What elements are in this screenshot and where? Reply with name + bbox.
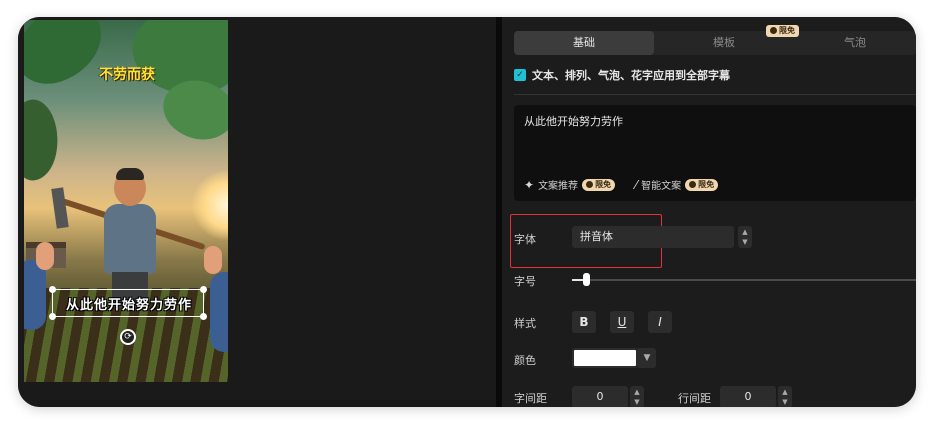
subtitle-text[interactable]: 从此他开始努力劳作 [53, 294, 205, 313]
italic-button[interactable]: I [648, 311, 672, 333]
banana-leaf [24, 96, 65, 184]
underline-button[interactable]: U [610, 311, 634, 333]
chevron-down-icon[interactable]: ▼ [638, 348, 656, 368]
clapping-hand-left [36, 242, 54, 270]
size-slider-knob[interactable] [583, 273, 590, 286]
divider-line [514, 94, 916, 95]
font-stepper[interactable]: ▲ ▼ [738, 226, 752, 248]
apply-all-label: 文本、排列、气泡、花字应用到全部字幕 [532, 69, 730, 82]
sparkle-icon: ✦ [524, 177, 535, 192]
resize-handle[interactable] [200, 286, 207, 293]
letter-spacing-input[interactable]: 0 [572, 386, 628, 407]
preview-area: 不劳而获 从此他开始努力劳作 ⟳ [18, 17, 496, 407]
free-badge: 限免 [685, 178, 719, 191]
size-slider[interactable] [572, 279, 916, 281]
free-badge-label: 限免 [698, 180, 715, 189]
letter-spacing-label: 字间距 [514, 392, 547, 405]
subtitle-selection-box[interactable]: 从此他开始努力劳作 [49, 286, 207, 320]
letter-spacing-stepper[interactable]: ▲ ▼ [630, 386, 644, 407]
video-preview[interactable]: 不劳而获 从此他开始努力劳作 ⟳ [24, 20, 228, 382]
text-properties-panel: 基础 模板 气泡 限免 ✓ 文本、排列、气泡、花字应用到全部字幕 从此他开始努力… [502, 17, 916, 407]
free-badge: 限免 [582, 178, 616, 191]
resize-handle[interactable] [49, 313, 56, 320]
font-label: 字体 [514, 233, 536, 246]
apply-all-checkbox[interactable]: ✓ [514, 69, 526, 81]
free-badge: 限免 [766, 25, 799, 37]
villager-right [210, 272, 228, 352]
resize-handle[interactable] [200, 313, 207, 320]
resize-handle[interactable] [49, 286, 56, 293]
line-spacing-label: 行间距 [678, 392, 711, 405]
color-swatch[interactable] [572, 348, 638, 368]
clock-icon [770, 27, 777, 34]
text-actions: ✦ 文案推荐 限免 ⁄ 智能文案 限免 [524, 177, 719, 192]
font-select[interactable]: 拼音体 [572, 226, 734, 248]
farmer-body [104, 204, 156, 274]
line-spacing-stepper[interactable]: ▲ ▼ [778, 386, 792, 407]
color-label: 颜色 [514, 354, 536, 367]
free-badge-label: 限免 [595, 180, 612, 189]
free-badge-label: 限免 [779, 26, 795, 35]
line-spacing-input[interactable]: 0 [720, 386, 776, 407]
size-label: 字号 [514, 275, 536, 288]
apply-all-row[interactable]: ✓ 文本、排列、气泡、花字应用到全部字幕 [514, 67, 730, 83]
tab-bubble[interactable]: 气泡 [794, 31, 916, 55]
rotate-icon[interactable]: ⟳ [120, 329, 136, 345]
tab-bar: 基础 模板 气泡 [514, 31, 916, 55]
bold-button[interactable]: B [572, 311, 596, 333]
hoe-blade [51, 187, 69, 229]
clapping-hand-right [204, 246, 222, 274]
app-window: 不劳而获 从此他开始努力劳作 ⟳ 基础 模板 气泡 限免 ✓ 文本、排列、气泡、… [18, 17, 916, 407]
title-overlay-text[interactable]: 不劳而获 [82, 64, 172, 84]
smart-copy-button[interactable]: 智能文案 [641, 177, 681, 192]
magic-wand-icon: ⁄ [635, 177, 638, 192]
copy-suggest-button[interactable]: 文案推荐 [538, 177, 578, 192]
clock-icon [689, 181, 697, 188]
farmer-hair [116, 168, 144, 180]
clock-icon [586, 181, 594, 188]
villager-left [24, 260, 46, 330]
sun [192, 170, 228, 240]
text-content-value: 从此他开始努力劳作 [524, 115, 623, 128]
tab-basic[interactable]: 基础 [514, 31, 654, 55]
style-label: 样式 [514, 317, 536, 330]
text-content-field[interactable]: 从此他开始努力劳作 ✦ 文案推荐 限免 ⁄ 智能文案 限免 [514, 105, 916, 201]
